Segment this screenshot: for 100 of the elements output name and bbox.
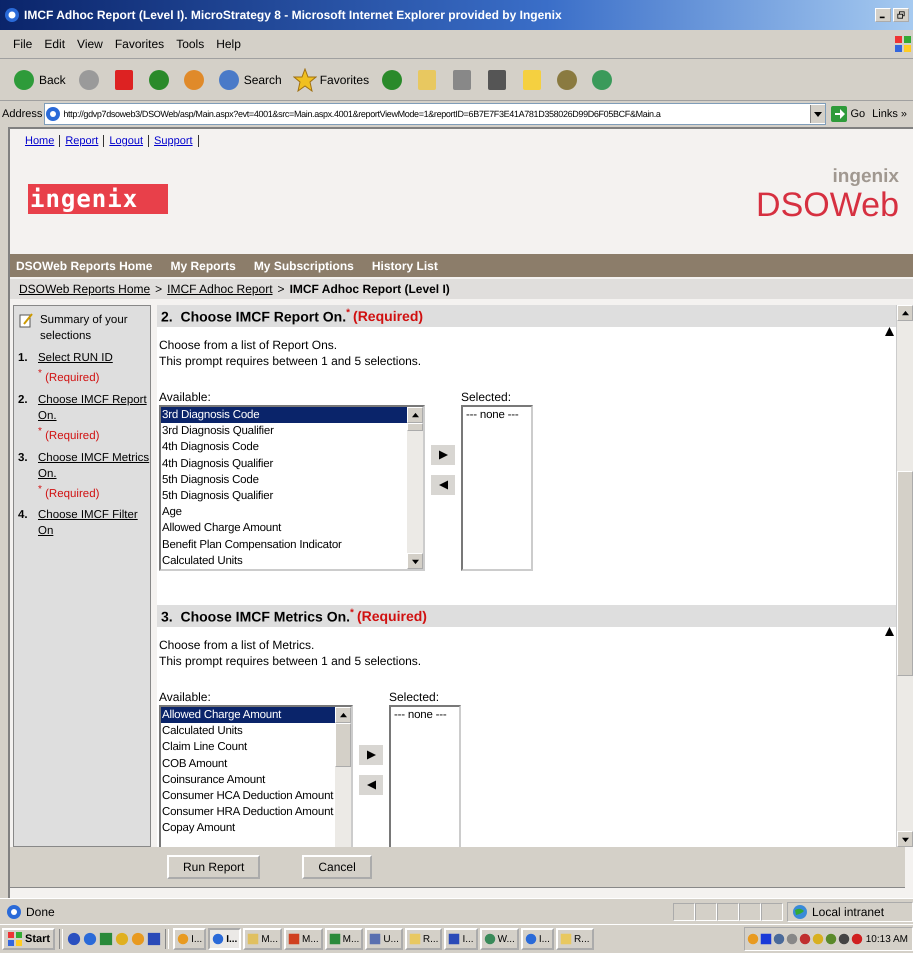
top-link[interactable]: Home	[25, 135, 54, 147]
menu-item[interactable]: Edit	[39, 35, 70, 53]
dropdown-button[interactable]	[810, 105, 826, 123]
minimize-button[interactable]	[875, 8, 891, 22]
remove-button[interactable]	[359, 775, 383, 795]
taskbar-button[interactable]: I...	[208, 928, 242, 950]
circle-icon	[177, 933, 190, 945]
selected-label: Selected:	[389, 689, 440, 705]
top-link[interactable]: Logout	[109, 135, 144, 147]
list-option[interactable]: Coinsurance Amount	[161, 772, 335, 788]
step-link[interactable]: Select RUN ID	[38, 350, 113, 366]
taskbar-button[interactable]: I...	[173, 928, 206, 950]
circle-icon[interactable]	[67, 932, 82, 946]
square-icon[interactable]	[760, 933, 772, 945]
taskbar-button[interactable]: R...	[404, 928, 442, 950]
list-option[interactable]: 4th Diagnosis Qualifier	[161, 456, 407, 472]
taskbar-button[interactable]: M...	[243, 928, 282, 950]
circle-icon	[590, 68, 614, 92]
taskbar-button[interactable]: I...	[444, 928, 478, 950]
list-option[interactable]: Age	[161, 504, 407, 520]
scroll-thumb[interactable]	[335, 723, 351, 767]
circle-icon[interactable]	[824, 933, 837, 945]
square-icon[interactable]	[99, 932, 114, 946]
taskbar-button[interactable]: M...	[324, 928, 364, 950]
available-listbox[interactable]	[159, 405, 425, 571]
list-option[interactable]: Calculated Units	[161, 552, 407, 569]
list-option[interactable]: 3rd Diagnosis Qualifier	[161, 423, 407, 440]
go-button[interactable]: Go	[828, 106, 868, 122]
menu-item[interactable]: Help	[211, 35, 246, 53]
list-option[interactable]: Allowed Charge Amount	[161, 520, 407, 537]
circle-icon[interactable]	[838, 933, 850, 945]
square-icon[interactable]	[147, 932, 162, 946]
scroll-down-button[interactable]	[897, 831, 913, 847]
remove-button[interactable]	[431, 475, 455, 495]
breadcrumb-link[interactable]: DSOWeb Reports Home	[19, 282, 150, 296]
circle-icon[interactable]	[83, 932, 98, 946]
list-option[interactable]: Benefit Plan Compensation Indicator	[161, 536, 407, 553]
scroll-thumb[interactable]	[407, 423, 423, 431]
available-listbox[interactable]: Allowed Charge Amount Calculated Units Claim Line Count COB Amount Coinsurance Amount Consumer HCA Deduction Amount Consumer HRA Deduction Amount Copay Amount	[159, 705, 353, 847]
form-button[interactable]: Cancel	[302, 855, 372, 879]
step-link[interactable]: Choose IMCF Report On.	[38, 392, 150, 424]
restore-icon	[897, 11, 905, 19]
list-option[interactable]: Consumer HCA Deduction Amount	[161, 788, 335, 804]
menu-item[interactable]: Tools	[171, 35, 210, 53]
step-link[interactable]: Choose IMCF Filter On	[38, 507, 150, 540]
circle-icon	[380, 68, 404, 92]
list-option[interactable]: Copay Amount	[161, 820, 335, 837]
square-icon	[408, 933, 421, 945]
list-option[interactable]: Calculated Units	[161, 723, 335, 740]
links-button[interactable]: Links »	[870, 108, 911, 120]
list-option[interactable]: --- none ---	[465, 407, 531, 424]
nav-link[interactable]: My Reports	[170, 258, 236, 272]
restore-button[interactable]	[893, 8, 909, 22]
toolbar-button[interactable]: Favorites	[288, 68, 374, 92]
taskbar-button[interactable]: M...	[284, 928, 323, 950]
top-link[interactable]: Report	[65, 135, 98, 147]
menu-item[interactable]: Favorites	[110, 35, 170, 53]
scroll-thumb[interactable]	[897, 471, 913, 676]
list-option[interactable]: 5th Diagnosis Qualifier	[161, 488, 407, 504]
toolbar-button[interactable]: Search	[212, 68, 286, 92]
brand-subtitle: ingenix	[831, 166, 899, 188]
list-option[interactable]: --- none ---	[393, 707, 459, 724]
top-link[interactable]: Support	[154, 135, 193, 147]
list-option[interactable]: Claim Line Count	[161, 739, 335, 756]
breadcrumb-link[interactable]: IMCF Adhoc Report	[167, 282, 273, 296]
scroll-down-button[interactable]	[407, 553, 423, 569]
add-button[interactable]	[359, 745, 383, 765]
up-triangle-icon[interactable]	[885, 627, 894, 636]
up-triangle-icon[interactable]	[885, 327, 894, 336]
list-option[interactable]: Allowed Charge Amount	[161, 707, 335, 724]
taskbar-button[interactable]: R...	[556, 928, 594, 950]
taskbar-button[interactable]: W...	[480, 928, 519, 950]
nav-link[interactable]: History List	[372, 258, 438, 272]
taskbar-button[interactable]: U...	[365, 928, 403, 950]
start-button[interactable]: Start	[2, 928, 56, 950]
nav-link[interactable]: DSOWeb Reports Home	[16, 258, 152, 272]
scroll-up-button[interactable]	[335, 707, 351, 723]
scroll-up-button[interactable]	[897, 305, 913, 321]
step-link[interactable]: Choose IMCF Metrics On.	[38, 450, 150, 482]
selected-listbox[interactable]: --- none ---	[389, 705, 461, 847]
toolbar-button[interactable]: Back	[8, 68, 70, 92]
circle-icon[interactable]	[850, 933, 863, 945]
address-field[interactable]: http://gdvp7dsoweb3/DSOWeb/asp/Main.aspx?evt=4001&src=Main.aspx.4001&reportViewMode=1&reportID=6B7E7F3E41A781D358026D99D6F05BCF&Main.a	[44, 103, 826, 125]
form-button[interactable]: Run Report	[167, 855, 260, 879]
status-panel	[673, 902, 695, 920]
list-option[interactable]: Consumer HRA Deduction Amount	[161, 804, 335, 820]
list-option[interactable]: 3rd Diagnosis Code	[161, 407, 407, 424]
circle-icon[interactable]	[772, 933, 785, 945]
menu-item[interactable]: View	[72, 35, 108, 53]
nav-link[interactable]: My Subscriptions	[254, 258, 354, 272]
circle-icon[interactable]	[798, 933, 811, 945]
list-option[interactable]: 5th Diagnosis Code	[161, 472, 407, 488]
list-option[interactable]: 4th Diagnosis Code	[161, 439, 407, 456]
list-option[interactable]: COB Amount	[161, 756, 335, 772]
add-button[interactable]	[431, 445, 455, 465]
down-arrow-icon	[902, 836, 908, 842]
selected-listbox[interactable]: --- none ---	[461, 405, 533, 571]
menu-item[interactable]: File	[8, 35, 38, 53]
taskbar-button[interactable]: I...	[520, 928, 554, 950]
scroll-up-button[interactable]	[407, 407, 423, 423]
